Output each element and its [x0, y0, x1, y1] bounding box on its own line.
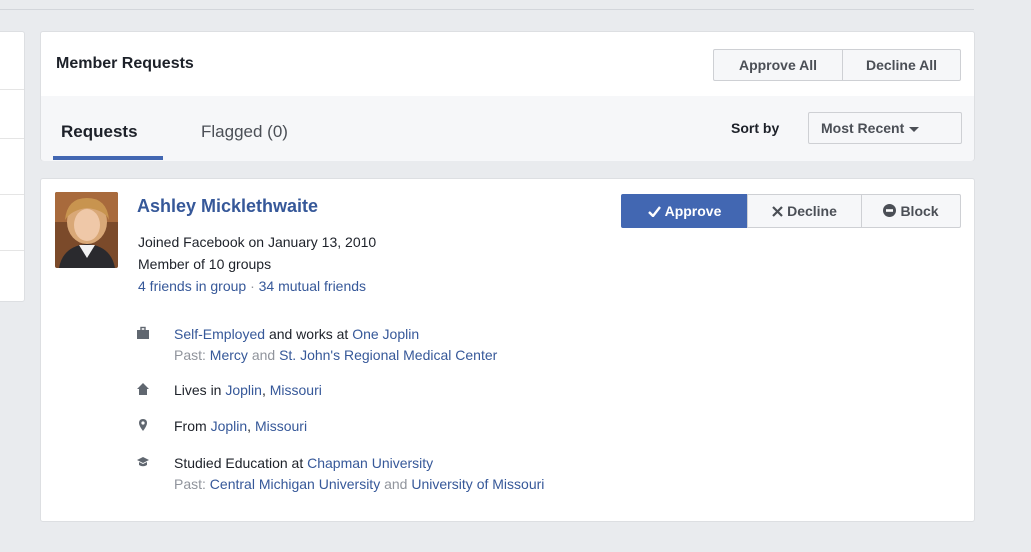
past-and: and: [384, 476, 408, 492]
lives-prefix: Lives in: [174, 382, 222, 398]
tabs-bar: Requests Flagged (0) Sort by Most Recent: [41, 96, 974, 161]
graduation-cap-icon: [136, 455, 150, 469]
employer-link[interactable]: Self-Employed: [174, 326, 265, 342]
joined-date: Joined Facebook on January 13, 2010: [138, 234, 377, 250]
active-tab-indicator: [53, 156, 163, 160]
past-work-link[interactable]: Mercy: [210, 347, 248, 363]
past-school-link[interactable]: Central Michigan University: [210, 476, 380, 492]
top-divider: [0, 9, 974, 10]
briefcase-icon: [136, 326, 150, 340]
approve-label: Approve: [664, 203, 722, 219]
sidebar-divider: [0, 250, 24, 251]
city-link[interactable]: Joplin: [225, 382, 262, 398]
approve-button[interactable]: Approve: [621, 194, 748, 228]
decline-all-button[interactable]: Decline All: [842, 49, 961, 81]
education-line: Studied Education at Chapman University: [174, 453, 433, 473]
tab-requests[interactable]: Requests: [61, 122, 138, 142]
past-and: and: [251, 347, 276, 363]
sidebar-divider: [0, 89, 24, 90]
header-row: Member Requests Approve All Decline All: [41, 32, 974, 97]
from-line: From Joplin, Missouri: [174, 416, 307, 436]
sidebar-divider: [0, 194, 24, 195]
school-link[interactable]: Chapman University: [307, 455, 433, 471]
check-icon: [647, 196, 661, 228]
past-work-link[interactable]: St. John's Regional Medical Center: [279, 347, 497, 363]
groups-count: Member of 10 groups: [138, 256, 272, 272]
sort-by-label: Sort by: [731, 120, 780, 136]
workplace-link[interactable]: One Joplin: [352, 326, 419, 342]
separator-dot: ·: [250, 278, 255, 294]
block-button[interactable]: Block: [861, 194, 961, 228]
work-connector: and works at: [268, 326, 349, 342]
location-pin-icon: [136, 418, 150, 432]
caret-down-icon: [909, 126, 920, 132]
block-icon: [883, 196, 897, 228]
work-line: Self-Employed and works at One Joplin: [174, 324, 419, 344]
education-prefix: Studied Education at: [174, 455, 304, 471]
state-link[interactable]: Missouri: [255, 418, 307, 434]
past-label: Past:: [174, 476, 206, 492]
requester-name-link[interactable]: Ashley Micklethwaite: [137, 196, 318, 217]
past-school-link[interactable]: University of Missouri: [411, 476, 544, 492]
approve-all-button[interactable]: Approve All: [713, 49, 843, 81]
sidebar-divider: [0, 138, 24, 139]
city-link[interactable]: Joplin: [211, 418, 248, 434]
home-icon: [136, 382, 150, 396]
left-sidebar-panel: [0, 31, 25, 302]
member-request-card: Ashley Micklethwaite Joined Facebook on …: [40, 178, 975, 522]
comma: ,: [261, 382, 266, 398]
mutual-friends-link[interactable]: 34 mutual friends: [259, 278, 366, 294]
past-label: Past:: [174, 347, 206, 363]
from-prefix: From: [174, 418, 207, 434]
avatar[interactable]: [55, 192, 118, 268]
close-icon: [772, 196, 783, 228]
lives-line: Lives in Joplin, Missouri: [174, 380, 322, 400]
member-requests-header: Member Requests Approve All Decline All …: [40, 31, 975, 161]
education-past-line: Past: Central Michigan University and Un…: [174, 474, 544, 494]
decline-label: Decline: [787, 203, 837, 219]
sort-dropdown-value: Most Recent: [821, 120, 905, 136]
page-title: Member Requests: [56, 55, 194, 72]
comma: ,: [247, 418, 252, 434]
state-link[interactable]: Missouri: [270, 382, 322, 398]
decline-button[interactable]: Decline: [747, 194, 862, 228]
friends-in-group-link[interactable]: 4 friends in group: [138, 278, 246, 294]
block-label: Block: [900, 203, 939, 219]
work-past-line: Past: Mercy and St. John's Regional Medi…: [174, 345, 497, 365]
friends-line: 4 friends in group · 34 mutual friends: [138, 278, 366, 294]
sort-dropdown[interactable]: Most Recent: [808, 112, 962, 144]
tab-flagged[interactable]: Flagged (0): [201, 122, 288, 142]
